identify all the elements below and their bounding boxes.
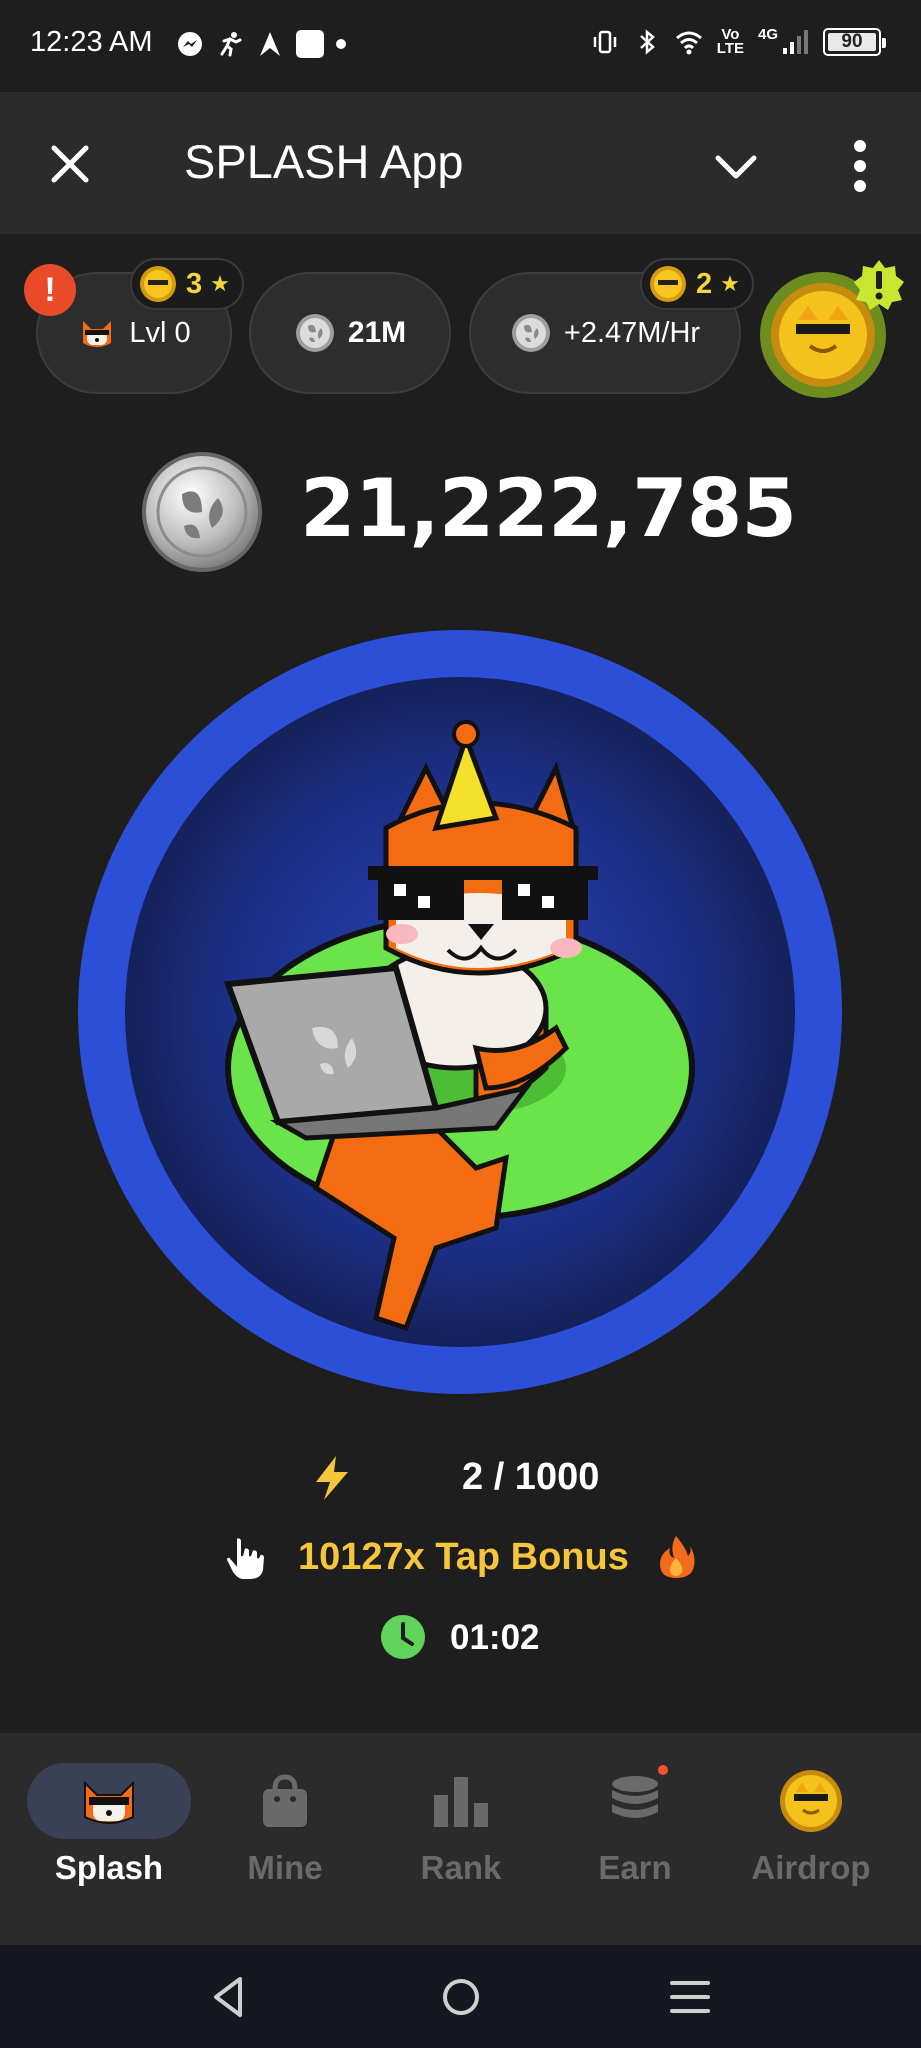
nav-splash-icon-box — [27, 1763, 191, 1839]
nav-airdrop-label: Airdrop — [751, 1849, 871, 1886]
alert-mark: ! — [44, 270, 56, 309]
warning-burst-icon — [854, 260, 904, 310]
earn-notification-dot — [658, 1765, 668, 1775]
shiba-icon — [84, 1780, 134, 1824]
status-bar: 12:23 AM Vo LTE 4G 90 — [0, 0, 921, 92]
chevron-down-icon[interactable] — [712, 142, 760, 190]
tap-character-button[interactable] — [76, 628, 844, 1396]
nav-airdrop-icon-box — [729, 1763, 893, 1839]
level-star-count: 3 — [186, 267, 203, 300]
battery-indicator: 90 — [823, 28, 886, 56]
bluetooth-icon — [639, 29, 655, 55]
lightning-icon — [316, 1456, 348, 1500]
arrow-icon — [260, 32, 280, 56]
star-icon: ★ — [720, 271, 740, 296]
tap-bonus-row: 10127x Tap Bonus — [222, 1528, 722, 1588]
nav-splash[interactable]: Splash — [24, 1733, 194, 1945]
notification-icons — [176, 30, 346, 58]
rate-label: +2.47M/Hr — [563, 316, 701, 349]
bar-chart-icon — [434, 1777, 488, 1827]
coins-label: 21M — [347, 316, 407, 349]
signal-icon — [783, 30, 808, 54]
app-bar: SPLASH App — [0, 92, 921, 234]
recents-icon[interactable] — [664, 1971, 716, 2023]
tap-hand-icon — [224, 1536, 267, 1581]
nav-earn-icon-box — [553, 1763, 717, 1839]
home-icon[interactable] — [435, 1971, 487, 2023]
level-star-badge: 3 ★ — [130, 258, 244, 310]
nav-rank-label: Rank — [420, 1849, 502, 1886]
nav-earn-label: Earn — [598, 1849, 672, 1886]
volte-lte: LTE — [716, 40, 744, 57]
coins-chip[interactable]: 21M — [249, 272, 451, 394]
rate-star-badge: 2 ★ — [640, 258, 754, 310]
balance-value: 21,222,785 — [300, 462, 797, 555]
wifi-icon — [675, 31, 702, 55]
star-icon: ★ — [210, 271, 230, 296]
nav-rank[interactable]: Rank — [376, 1733, 546, 1945]
tap-bonus-label: 10127x Tap Bonus — [298, 1536, 629, 1578]
status-time: 12:23 AM — [30, 26, 153, 58]
dot-icon — [336, 39, 346, 49]
level-label: Lvl 0 — [129, 316, 191, 349]
alert-icon[interactable]: ! — [24, 264, 76, 316]
energy-row: 2 / 1000 — [300, 1450, 660, 1506]
messenger-icon — [178, 32, 202, 56]
running-icon — [220, 32, 242, 57]
bag-icon — [263, 1774, 307, 1827]
signal-indicator: 4G — [757, 26, 809, 56]
vibrate-icon — [593, 30, 617, 54]
volte-indicator: Vo LTE — [716, 27, 744, 57]
timer-row: 01:02 — [380, 1612, 580, 1662]
nav-splash-label: Splash — [54, 1849, 164, 1886]
battery-level: 90 — [841, 31, 863, 52]
app-title: SPLASH App — [184, 135, 464, 188]
rate-star-count: 2 — [696, 267, 713, 300]
gold-coin-icon — [650, 266, 686, 302]
network-4g: 4G — [757, 26, 778, 43]
gold-coin-icon — [780, 1770, 842, 1832]
nav-mine-label: Mine — [247, 1849, 323, 1886]
silver-coin-icon — [295, 314, 334, 352]
coin-stack-icon — [612, 1776, 658, 1818]
system-status-icons: Vo LTE 4G 90 — [591, 26, 886, 57]
close-icon[interactable] — [46, 140, 94, 188]
nav-mine[interactable]: Mine — [200, 1733, 370, 1945]
nav-earn[interactable]: Earn — [550, 1733, 720, 1945]
bottom-nav: Splash Mine Rank Earn Airdrop — [0, 1733, 921, 1945]
nav-rank-icon-box — [379, 1763, 543, 1839]
nav-airdrop[interactable]: Airdrop — [726, 1733, 896, 1945]
nav-mine-icon-box — [203, 1763, 367, 1839]
gold-coin-icon — [140, 266, 176, 302]
back-icon[interactable] — [204, 1971, 256, 2023]
balance-coin-icon — [142, 452, 262, 572]
fire-icon — [660, 1536, 695, 1578]
clock-icon — [381, 1615, 425, 1659]
shiba-icon — [83, 321, 112, 347]
white-square-icon — [296, 30, 324, 58]
more-menu-icon[interactable] — [842, 138, 878, 194]
silver-coin-icon — [511, 314, 550, 352]
timer-value: 01:02 — [450, 1618, 540, 1657]
energy-value: 2 / 1000 — [462, 1456, 600, 1498]
system-nav-bar — [0, 1945, 921, 2048]
